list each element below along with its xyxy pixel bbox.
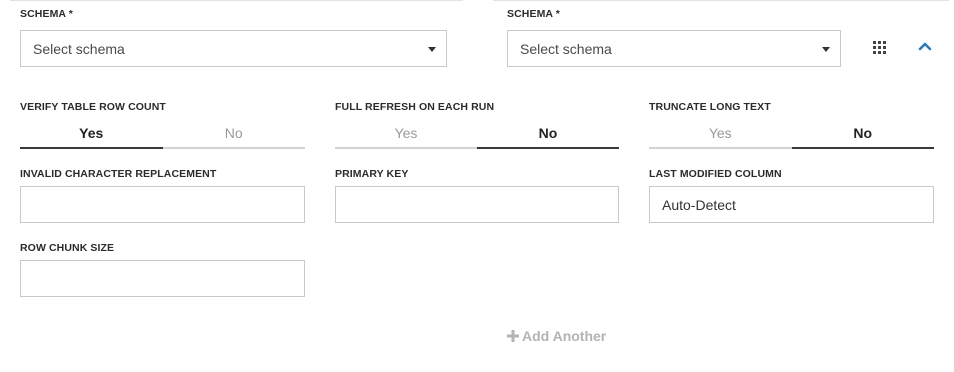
schema-right-label: SCHEMA * [507, 8, 560, 20]
row-chunk-input[interactable] [20, 260, 305, 297]
verify-row-count-label: VERIFY TABLE ROW COUNT [20, 101, 166, 113]
last-modified-label: LAST MODIFIED COLUMN [649, 168, 782, 180]
add-another-button[interactable]: Add Another [507, 328, 606, 344]
schema-right-select[interactable]: Select schema [507, 30, 841, 67]
top-divider-right [493, 0, 949, 1]
row-chunk-label: ROW CHUNK SIZE [20, 242, 115, 254]
full-refresh-yes-option[interactable]: Yes [335, 119, 477, 149]
primary-key-label: PRIMARY KEY [335, 168, 409, 180]
verify-no-option[interactable]: No [162, 119, 305, 149]
top-divider-left [10, 0, 463, 1]
full-refresh-label: FULL REFRESH ON EACH RUN [335, 101, 495, 113]
truncate-no-option[interactable]: No [791, 119, 934, 149]
full-refresh-toggle: Yes No [335, 119, 619, 149]
chevron-up-icon [918, 42, 932, 51]
schema-left-label: SCHEMA * [20, 8, 73, 20]
invalid-char-input[interactable] [20, 186, 305, 223]
schema-left-value: Select schema [33, 40, 125, 57]
schema-right-value: Select schema [520, 40, 612, 57]
schema-left-select[interactable]: Select schema [20, 30, 447, 67]
verify-row-count-toggle: Yes No [20, 119, 305, 149]
grid-icon [873, 41, 886, 54]
invalid-char-label: INVALID CHARACTER REPLACEMENT [20, 168, 217, 180]
truncate-toggle: Yes No [649, 119, 934, 149]
truncate-label: TRUNCATE LONG TEXT [649, 101, 771, 113]
collapse-button[interactable] [917, 39, 933, 53]
last-modified-input[interactable]: Auto-Detect [649, 186, 934, 223]
add-another-label: Add Another [522, 328, 607, 344]
verify-yes-option[interactable]: Yes [20, 119, 163, 149]
grid-button[interactable] [873, 41, 886, 54]
full-refresh-no-option[interactable]: No [477, 119, 619, 149]
primary-key-input[interactable] [335, 186, 619, 223]
plus-icon [507, 330, 519, 342]
truncate-yes-option[interactable]: Yes [649, 119, 792, 149]
caret-down-icon [428, 47, 436, 52]
caret-down-icon [822, 47, 830, 52]
